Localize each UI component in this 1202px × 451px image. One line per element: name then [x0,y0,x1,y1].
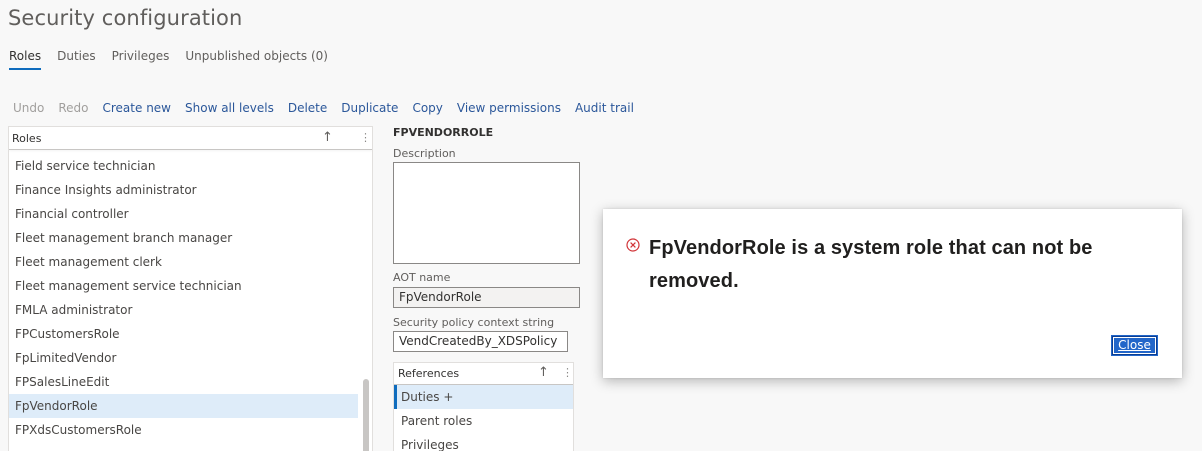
policy-context-field[interactable]: VendCreatedBy_XDSPolicy [393,331,568,352]
policy-context-label: Security policy context string [393,316,555,329]
list-item[interactable]: Finance Insights administrator [9,178,358,202]
show-all-levels-button[interactable]: Show all levels [185,101,274,115]
arrow-up-icon[interactable]: ↑ [538,365,549,380]
vertical-ellipsis-icon[interactable]: ⋮ [562,366,573,379]
reference-item-parent-roles[interactable]: Parent roles [394,409,573,433]
roles-column-label: Roles [12,131,42,145]
list-item-selected[interactable]: FpVendorRole [9,394,358,418]
references-column-label: References [398,367,460,380]
description-field[interactable] [393,162,580,264]
tab-roles[interactable]: Roles [9,49,42,70]
aot-name-field[interactable]: FpVendorRole [393,287,580,308]
action-toolbar: Undo Redo Create new Show all levels Del… [13,101,634,115]
list-item[interactable]: FMLA administrator [9,298,358,322]
list-item[interactable]: FPCustomersRole [9,322,358,346]
error-circle-icon [626,237,640,256]
list-item[interactable]: Fleet management clerk [9,250,358,274]
arrow-up-icon[interactable]: ↑ [322,130,333,145]
audit-trail-button[interactable]: Audit trail [575,101,634,115]
create-new-button[interactable]: Create new [103,101,172,115]
error-dialog: FpVendorRole is a system role that can n… [603,209,1182,378]
delete-button[interactable]: Delete [288,101,327,115]
duplicate-button[interactable]: Duplicate [341,101,398,115]
list-item[interactable]: FPSalesLineEdit [9,370,358,394]
list-item[interactable]: FPXdsCustomersRole [9,418,358,442]
redo-button[interactable]: Redo [58,101,88,115]
tab-bar: Roles Duties Privileges Unpublished obje… [9,49,328,70]
references-header[interactable]: References ↑ ⋮ [394,363,573,385]
list-item[interactable]: Fleet management branch manager [9,226,358,250]
tab-unpublished-objects[interactable]: Unpublished objects (0) [185,49,328,68]
page-title: Security configuration [8,6,243,30]
undo-button[interactable]: Undo [13,101,44,115]
description-label: Description [393,147,456,160]
error-message: FpVendorRole is a system role that can n… [649,237,1093,292]
copy-button[interactable]: Copy [412,101,442,115]
close-button[interactable]: Close [1111,335,1158,356]
tab-duties[interactable]: Duties [57,49,96,68]
roles-list: Roles ↑ ⋮ Field service technician Finan… [8,126,373,451]
list-item[interactable]: FpLimitedVendor [9,346,358,370]
reference-item-privileges[interactable]: Privileges [394,433,573,451]
aot-name-label: AOT name [393,271,451,284]
reference-item-duties[interactable]: Duties + [394,385,573,409]
references-list: References ↑ ⋮ Duties + Parent roles Pri… [393,362,574,451]
list-item[interactable]: Field service technician [9,154,358,178]
view-permissions-button[interactable]: View permissions [457,101,561,115]
roles-list-header[interactable]: Roles ↑ ⋮ [9,127,372,150]
list-item[interactable]: Fleet management service technician [9,274,358,298]
vertical-ellipsis-icon[interactable]: ⋮ [360,131,371,144]
tab-privileges[interactable]: Privileges [112,49,170,68]
role-detail-panel: FPVENDORROLE Description AOT name FpVend… [393,126,580,352]
list-item[interactable]: Financial controller [9,202,358,226]
scrollbar-thumb[interactable] [363,379,369,451]
role-detail-header: FPVENDORROLE [393,126,494,139]
